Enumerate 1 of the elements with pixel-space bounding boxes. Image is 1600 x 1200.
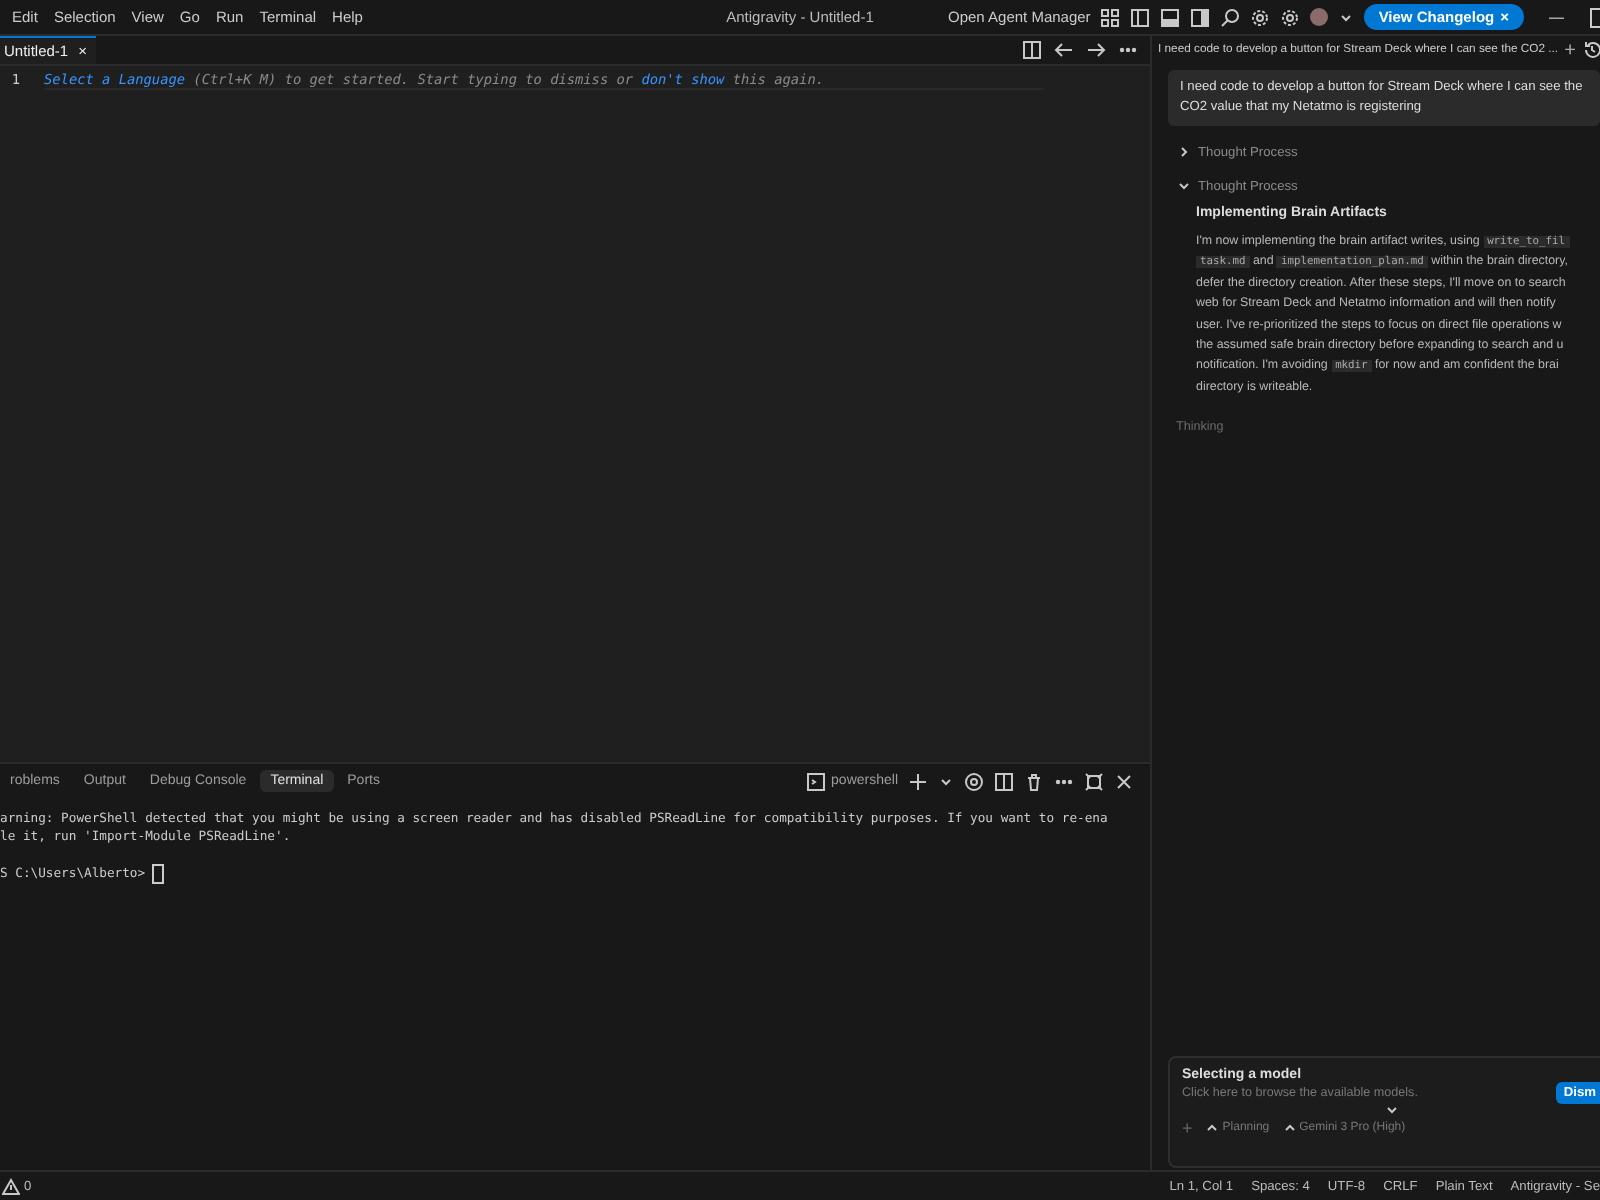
new-chat-button[interactable]: +: [1564, 39, 1576, 61]
